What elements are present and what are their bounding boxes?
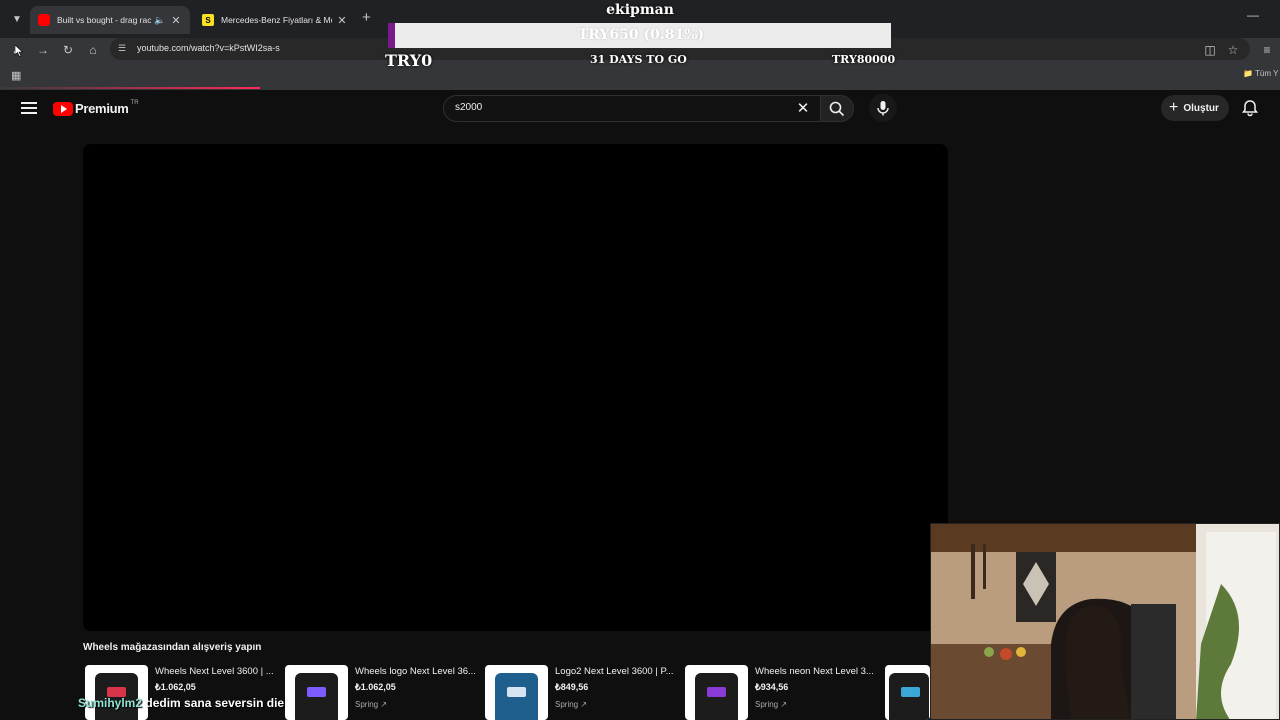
merch-seller: Spring ↗ [555,700,588,709]
page-load-fill [0,87,260,89]
microphone-icon [877,101,889,116]
forward-arrow-icon[interactable]: → [34,41,52,59]
mouse-cursor-icon [15,45,23,57]
merch-item[interactable]: Wheels Next Level 3600 | ... ₺1.062,05 [85,665,285,720]
clear-search-icon[interactable]: ✕ [795,99,811,117]
home-icon[interactable]: ⌂ [84,41,102,59]
youtube-play-icon [53,101,73,116]
notifications-bell-icon[interactable] [1241,99,1259,117]
shirt-print [307,687,326,697]
url-text: youtube.com/watch?v=kPstWI2sa-s [137,43,280,53]
merch-thumbnail [885,665,930,720]
search-input[interactable] [455,102,775,113]
merch-thumbnail [285,665,348,720]
merch-seller: Spring ↗ [755,700,788,709]
webcam-feed [930,523,1280,720]
brand-text: Premium [75,101,129,116]
search-button[interactable] [820,95,854,122]
merch-price: ₺849,56 [555,682,589,692]
merch-item[interactable]: Logo2 Next Level 3600 | P... ₺849,56 Sprin… [485,665,685,720]
merch-title: Wheels neon Next Level 3... [755,666,874,677]
youtube-premium-logo[interactable]: Premium TR [53,99,139,116]
donation-goal-bar: TRY650 (0.81%) [388,23,891,48]
merch-item[interactable]: Wheels logo Next Level 36... ₺1.062,05 Spr… [285,665,485,720]
goal-start-amount: TRY0 [385,51,433,70]
shirt-print [707,687,726,697]
shirt-print [901,687,920,697]
donation-goal-text: TRY650 (0.81%) [577,27,705,43]
chat-message: Sumihylm2 dedim sana seversin die [78,696,284,710]
menu-icon[interactable]: ≡ [1258,41,1276,59]
bookmark-star-icon[interactable]: ☆ [1224,41,1242,59]
search-icon [829,101,845,116]
chat-text: dedim sana seversin die [145,696,285,710]
region-code: TR [130,99,139,106]
install-app-icon[interactable]: ◫ [1201,41,1219,59]
webcam-image [931,524,1279,719]
site-info-icon[interactable]: ☰ [118,43,130,55]
page-load-bar [0,87,1280,90]
create-label: Oluştur [1183,102,1219,114]
video-player[interactable] [83,144,948,631]
merch-price: ₺1.062,05 [155,682,196,692]
merch-item[interactable]: Wheels neon Next Level 3... ₺934,56 Spring… [685,665,885,720]
merch-price: ₺1.062,05 [355,682,396,692]
voice-search-button[interactable] [869,94,897,122]
merch-thumbnail [685,665,748,720]
merch-thumbnail [85,665,148,720]
goal-target-amount: TRY80000 [832,53,896,66]
all-bookmarks-label: Tüm Y [1255,69,1279,78]
shirt-print [507,687,526,697]
merch-title: Wheels logo Next Level 36... [355,666,476,677]
chat-username: Sumihylm2 [78,696,143,710]
merch-price: ₺934,56 [755,682,789,692]
apps-grid-icon[interactable]: ▦ [11,69,21,82]
merch-item-partial[interactable] [885,665,930,720]
all-bookmarks-button[interactable]: 📁 Tüm Y [1243,69,1278,78]
plus-icon: + [1169,99,1179,116]
goal-days-left: 31 DAYS TO GO [590,53,687,66]
screen: ▼ Built vs bought - drag racin 🔈 ✕ S Mer… [0,0,1280,720]
search-box[interactable] [443,95,820,122]
merch-thumbnail [485,665,548,720]
reload-icon[interactable]: ↻ [59,41,77,59]
streamer-name: ekipman [606,2,674,18]
guide-menu-icon[interactable] [20,99,38,117]
merch-seller: Spring ↗ [355,700,388,709]
create-button[interactable]: + Oluştur [1161,95,1229,121]
merch-title: Logo2 Next Level 3600 | P... [555,666,674,677]
merch-shelf-title: Wheels mağazasından alışveriş yapın [83,642,262,653]
merch-title: Wheels Next Level 3600 | ... [155,666,274,677]
